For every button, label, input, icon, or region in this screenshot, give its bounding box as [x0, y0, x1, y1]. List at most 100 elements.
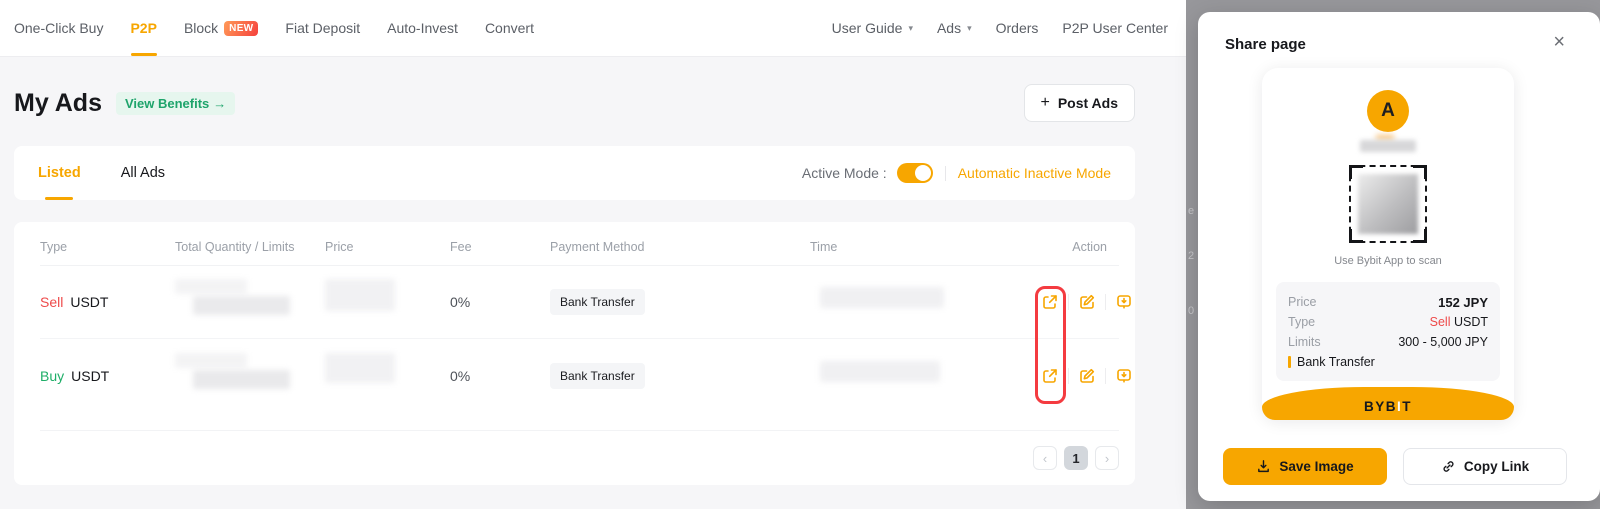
redacted-block [820, 287, 944, 308]
pagination-next-button[interactable]: › [1095, 446, 1119, 470]
col-header-type: Type [40, 240, 175, 254]
qr-code [1349, 165, 1427, 243]
divider [1105, 368, 1106, 384]
nav-one-click-buy[interactable]: One-Click Buy [14, 0, 103, 56]
nav-auto-invest[interactable]: Auto-Invest [387, 0, 458, 56]
bybit-logo: BYBIT [1262, 387, 1514, 420]
close-icon[interactable]: × [1553, 32, 1565, 52]
price-value: 152 JPY [1438, 295, 1488, 310]
detail-label: Limits [1288, 335, 1321, 349]
col-header-payment: Payment Method [550, 240, 810, 254]
share-ad-icon[interactable] [1041, 293, 1059, 311]
mode-controls: Active Mode : Automatic Inactive Mode [802, 163, 1111, 183]
nav-label: P2P [130, 20, 156, 36]
take-offline-icon[interactable] [1115, 293, 1133, 311]
fee-value: 0% [450, 368, 550, 384]
nav-ads[interactable]: Ads ▾ [937, 20, 972, 36]
price-redacted [325, 349, 450, 403]
divider [1068, 294, 1069, 310]
active-mode-label: Active Mode : [802, 165, 887, 181]
download-icon [1256, 459, 1271, 474]
arrow-right-icon: → [213, 96, 226, 111]
save-image-button[interactable]: Save Image [1223, 448, 1387, 485]
nav-right-group: User Guide ▾ Ads ▾ Orders P2P User Cente… [832, 20, 1168, 36]
asset-label: USDT [1454, 315, 1488, 329]
nav-fiat-deposit[interactable]: Fiat Deposit [285, 0, 360, 56]
page-title: My Ads [14, 89, 102, 118]
nav-p2p-user-center[interactable]: P2P User Center [1062, 20, 1168, 36]
orange-bar [1288, 356, 1291, 368]
action-cell [969, 293, 1133, 311]
nav-label: Fiat Deposit [285, 20, 360, 36]
nav-block[interactable]: Block NEW [184, 0, 258, 56]
pagination-page-1[interactable]: 1 [1064, 446, 1088, 470]
tab-all-ads[interactable]: All Ads [121, 146, 165, 200]
link-icon [1441, 459, 1456, 474]
type-cell: Sell USDT [40, 294, 175, 310]
dimmed-text-fragment: 0 [1188, 305, 1194, 317]
payment-cell: Bank Transfer [550, 363, 810, 389]
col-header-time: Time [810, 240, 969, 254]
take-offline-icon[interactable] [1115, 367, 1133, 385]
main-page: One-Click Buy P2P Block NEW Fiat Deposit… [0, 0, 1186, 509]
username-redacted [1360, 140, 1416, 152]
payment-chip: Bank Transfer [550, 289, 645, 315]
divider [1068, 368, 1069, 384]
redacted-block [175, 353, 247, 368]
view-benefits-label: View Benefits [125, 96, 209, 111]
automatic-inactive-mode-link[interactable]: Automatic Inactive Mode [958, 165, 1111, 181]
active-mode-toggle[interactable] [897, 163, 933, 183]
col-header-price: Price [325, 240, 450, 254]
col-header-fee: Fee [450, 240, 550, 254]
divider [1105, 294, 1106, 310]
nav-label: Ads [937, 20, 961, 36]
edit-ad-icon[interactable] [1078, 293, 1096, 311]
scan-hint: Use Bybit App to scan [1334, 255, 1442, 267]
redacted-block [193, 296, 290, 315]
quantity-redacted [175, 349, 325, 403]
brand-text: T [1402, 399, 1412, 414]
ads-table: Type Total Quantity / Limits Price Fee P… [14, 222, 1135, 485]
col-header-action: Action [969, 240, 1119, 254]
copy-link-button[interactable]: Copy Link [1403, 448, 1567, 485]
avatar: A [1367, 90, 1409, 132]
nav-orders[interactable]: Orders [996, 20, 1039, 36]
top-nav: One-Click Buy P2P Block NEW Fiat Deposit… [0, 0, 1186, 57]
post-ads-button[interactable]: + Post Ads [1024, 84, 1136, 122]
chevron-down-icon: ▾ [967, 23, 972, 34]
table-row: Sell USDT 0% Bank Transfer [40, 266, 1119, 339]
time-redacted [810, 349, 969, 403]
payment-method-label: Bank Transfer [1297, 355, 1375, 369]
share-ad-icon[interactable] [1041, 367, 1059, 385]
detail-row-type: Type Sell USDT [1288, 312, 1488, 332]
new-badge: NEW [224, 21, 258, 36]
tab-listed[interactable]: Listed [38, 146, 81, 200]
nav-label: User Guide [832, 20, 903, 36]
share-preview-card: A Use Bybit App to scan Price 152 JPY [1262, 68, 1514, 420]
pagination: ‹ 1 › [40, 431, 1119, 485]
nav-user-guide[interactable]: User Guide ▾ [832, 20, 913, 36]
quantity-redacted [175, 275, 325, 329]
asset-label: USDT [70, 294, 108, 310]
nav-label: Block [184, 20, 218, 36]
nav-label: Orders [996, 20, 1039, 36]
pagination-prev-button[interactable]: ‹ [1033, 446, 1057, 470]
nav-p2p[interactable]: P2P [130, 0, 156, 56]
save-image-label: Save Image [1279, 459, 1353, 474]
limits-value: 300 - 5,000 JPY [1398, 335, 1488, 349]
table-row: Buy USDT 0% Bank Transfer [40, 339, 1119, 412]
ad-details-box: Price 152 JPY Type Sell USDT Limits 300 … [1276, 282, 1500, 381]
edit-ad-icon[interactable] [1078, 367, 1096, 385]
nav-convert[interactable]: Convert [485, 0, 534, 56]
detail-row-price: Price 152 JPY [1288, 292, 1488, 312]
redacted-block [1360, 140, 1416, 152]
table-header-row: Type Total Quantity / Limits Price Fee P… [40, 228, 1119, 266]
payment-chip: Bank Transfer [550, 363, 645, 389]
screen: One-Click Buy P2P Block NEW Fiat Deposit… [0, 0, 1600, 509]
asset-label: USDT [71, 368, 109, 384]
view-benefits-link[interactable]: View Benefits → [116, 92, 235, 115]
redacted-block [325, 279, 395, 311]
redacted-block [175, 279, 247, 294]
dimmed-text-fragment: 2 [1188, 250, 1194, 262]
nav-label: P2P User Center [1062, 20, 1168, 36]
